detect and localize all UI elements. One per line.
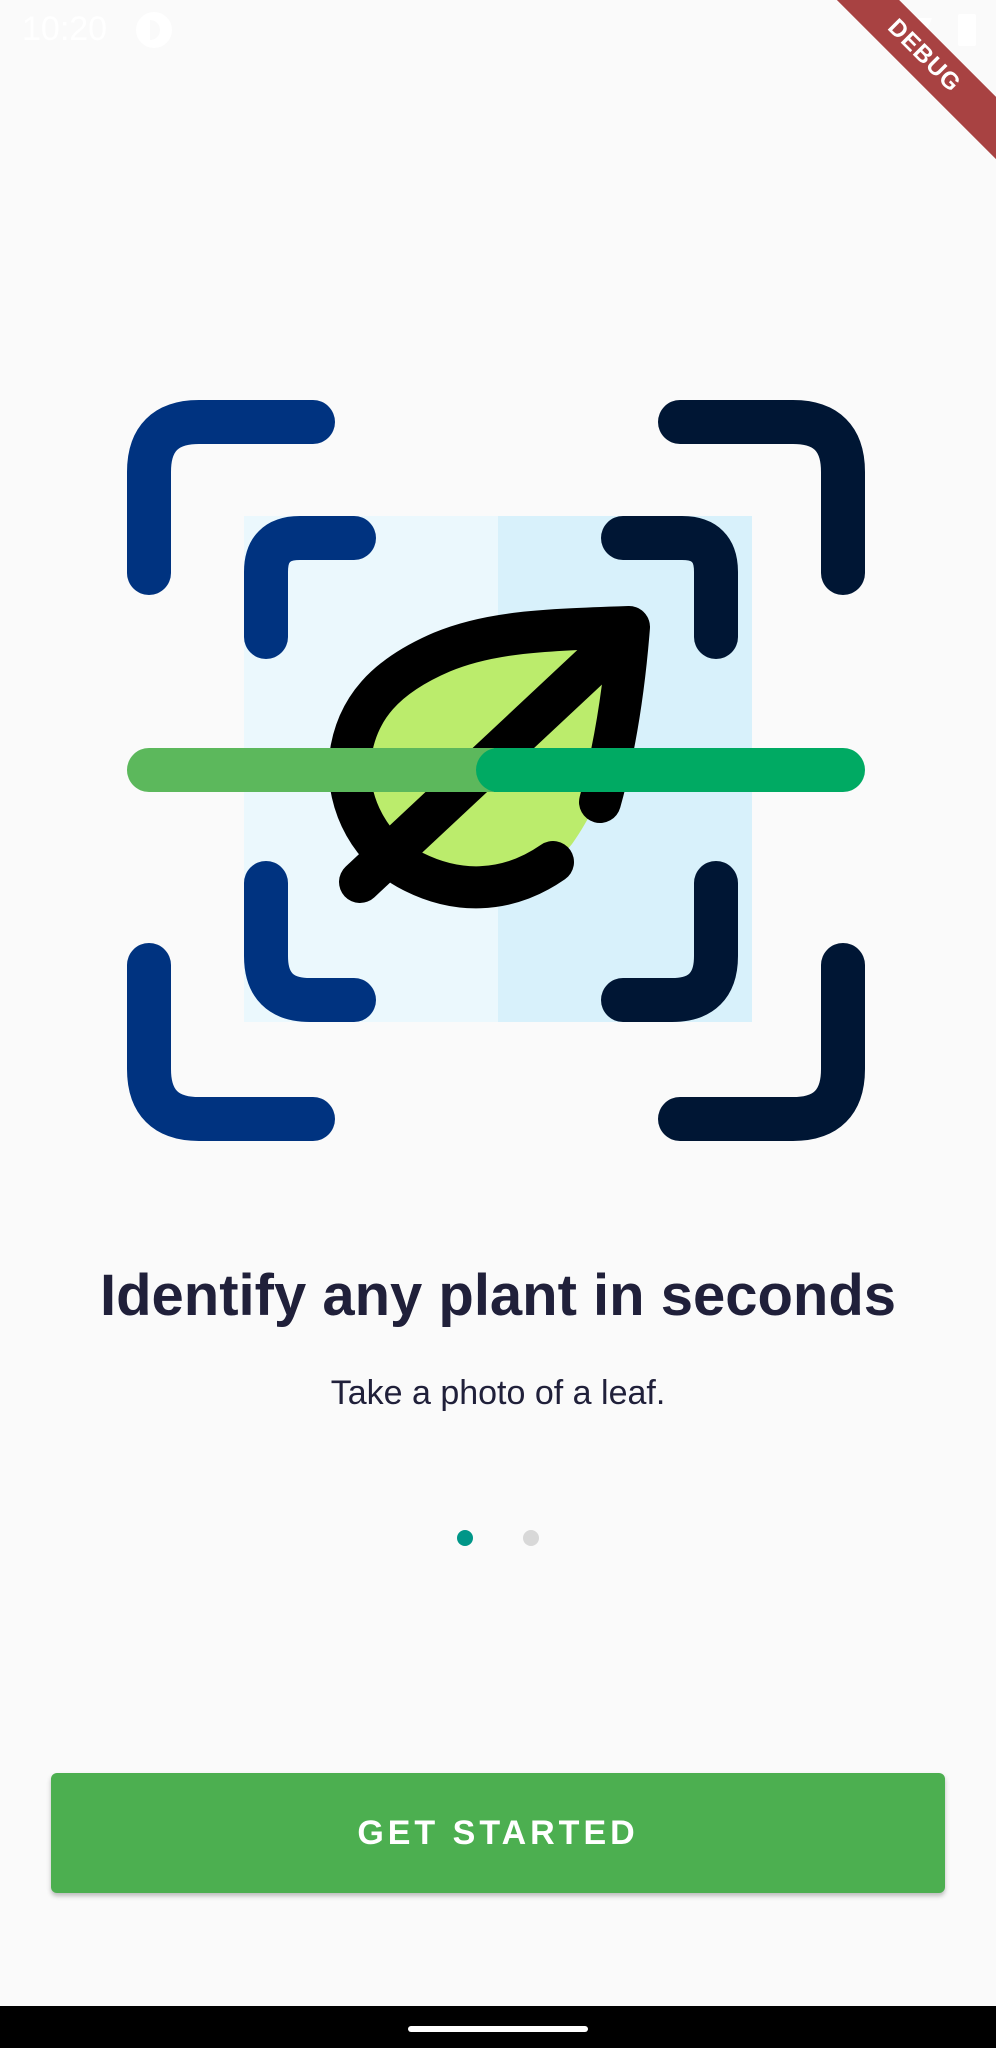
- battery-icon: [958, 14, 976, 46]
- leaf-scan-icon: [127, 400, 865, 1141]
- status-time: 10:20: [22, 10, 108, 48]
- system-nav-bar: [0, 2006, 996, 2048]
- page-dot-active[interactable]: [457, 1530, 473, 1546]
- page-indicator: [0, 1530, 996, 1546]
- page-title: Identify any plant in seconds: [99, 1263, 897, 1328]
- app-status-icon: [136, 12, 172, 48]
- onboarding-screen: 10:20 DEBUG Identify any plant in second…: [0, 0, 996, 2048]
- page-subtitle: Take a photo of a leaf.: [330, 1374, 666, 1412]
- home-indicator[interactable]: [408, 2026, 588, 2032]
- get-started-button[interactable]: GET STARTED: [51, 1773, 945, 1893]
- page-dot-inactive[interactable]: [523, 1530, 539, 1546]
